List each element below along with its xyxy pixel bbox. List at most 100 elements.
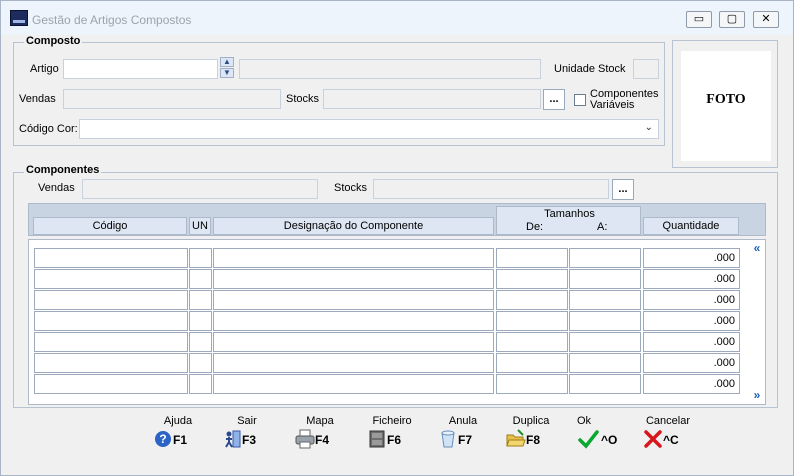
cell-codigo[interactable] [34, 290, 188, 310]
column-codigo[interactable]: Código [33, 217, 187, 235]
maximize-button[interactable]: ▢ [719, 11, 745, 28]
artigo-down-icon[interactable]: ▼ [220, 68, 234, 78]
cell-tamanho-de[interactable] [496, 269, 568, 289]
column-un[interactable]: UN [189, 217, 211, 235]
chevron-down-icon: ⌄ [644, 122, 653, 133]
cell-un[interactable] [189, 353, 212, 373]
artigo-up-icon[interactable]: ▲ [220, 57, 234, 67]
cell-designacao[interactable] [213, 248, 494, 268]
checkmark-icon [578, 430, 599, 449]
cell-tamanho-de[interactable] [496, 374, 568, 394]
svg-text:?: ? [159, 432, 166, 446]
codigo-cor-select[interactable]: ⌄ [79, 119, 659, 139]
ok-button[interactable]: Ok ^O [575, 415, 629, 465]
cell-un[interactable] [189, 332, 212, 352]
scroll-down-icon[interactable]: » [749, 388, 765, 404]
unidade-stock-label: Unidade Stock [554, 63, 626, 75]
title-bar: Gestão de Artigos Compostos ▭ ▢ ✕ [1, 1, 793, 35]
exit-key: F3 [242, 433, 257, 447]
cell-tamanho-de[interactable] [496, 311, 568, 331]
cell-tamanho-a[interactable] [569, 269, 641, 289]
cancel-button[interactable]: Cancelar ^C [641, 415, 695, 465]
file-cabinet-icon [369, 430, 385, 448]
minimize-button[interactable]: ▭ [686, 11, 712, 28]
cell-quantidade[interactable]: .000 [643, 332, 740, 352]
cell-designacao[interactable] [213, 290, 494, 310]
cell-quantidade[interactable]: .000 [643, 248, 740, 268]
help-key: F1 [173, 433, 188, 447]
cell-tamanho-de[interactable] [496, 290, 568, 310]
cell-un[interactable] [189, 269, 212, 289]
componentes-title: Componentes [24, 164, 102, 176]
cell-un[interactable] [189, 290, 212, 310]
foto-placeholder: FOTO [681, 51, 771, 161]
cell-quantidade[interactable]: .000 [643, 311, 740, 331]
cell-designacao[interactable] [213, 374, 494, 394]
cancel-key: ^C [663, 433, 679, 447]
cell-tamanho-de[interactable] [496, 248, 568, 268]
cell-un[interactable] [189, 374, 212, 394]
stocks-field [323, 89, 541, 109]
exit-button[interactable]: Sair F3 [220, 415, 274, 465]
unidade-stock-field [633, 59, 659, 79]
file-key: F6 [387, 433, 402, 447]
cell-tamanho-de[interactable] [496, 353, 568, 373]
cell-designacao[interactable] [213, 269, 494, 289]
componentes-vendas-label: Vendas [38, 182, 75, 194]
cell-designacao[interactable] [213, 311, 494, 331]
column-tamanhos[interactable]: Tamanhos De: A: [496, 206, 641, 235]
ok-label: Ok [577, 415, 592, 427]
tamanhos-label: Tamanhos [544, 208, 595, 220]
cell-un[interactable] [189, 311, 212, 331]
cell-codigo[interactable] [34, 269, 188, 289]
componentes-stocks-field [373, 179, 609, 199]
scroll-up-icon[interactable]: « [749, 241, 765, 257]
cell-codigo[interactable] [34, 311, 188, 331]
componentes-stocks-browse-button[interactable]: ... [612, 179, 634, 200]
cell-codigo[interactable] [34, 353, 188, 373]
cell-un[interactable] [189, 248, 212, 268]
cell-tamanho-a[interactable] [569, 353, 641, 373]
file-button[interactable]: Ficheiro F6 [365, 415, 419, 465]
column-designacao[interactable]: Designação do Componente [213, 217, 494, 235]
cell-designacao[interactable] [213, 353, 494, 373]
artigo-input[interactable] [63, 59, 218, 79]
cell-quantidade[interactable]: .000 [643, 374, 740, 394]
help-label: Ajuda [163, 415, 193, 427]
file-label: Ficheiro [372, 415, 412, 427]
cell-quantidade[interactable]: .000 [643, 290, 740, 310]
stocks-browse-button[interactable]: ... [543, 89, 565, 110]
cell-quantidade[interactable]: .000 [643, 353, 740, 373]
cell-tamanho-a[interactable] [569, 290, 641, 310]
anula-label: Anula [448, 415, 478, 427]
help-icon: ? [155, 431, 171, 447]
tamanhos-a-label: A: [597, 221, 608, 233]
cell-codigo[interactable] [34, 374, 188, 394]
duplicate-button[interactable]: Duplica F8 [504, 415, 558, 465]
cell-tamanho-de[interactable] [496, 332, 568, 352]
exit-label: Sair [237, 415, 257, 427]
map-key: F4 [315, 433, 330, 447]
anula-button[interactable]: Anula F7 [436, 415, 490, 465]
componentes-variaveis-checkbox[interactable] [574, 94, 586, 106]
printer-icon [295, 429, 315, 449]
help-button[interactable]: Ajuda ? F1 [151, 415, 205, 465]
cancel-label: Cancelar [645, 415, 691, 427]
column-quantidade[interactable]: Quantidade [643, 217, 739, 235]
tamanhos-de-label: De: [526, 221, 544, 233]
app-icon [10, 10, 28, 26]
cell-tamanho-a[interactable] [569, 332, 641, 352]
duplicate-label: Duplica [512, 415, 550, 427]
cell-tamanho-a[interactable] [569, 311, 641, 331]
map-button[interactable]: Mapa F4 [293, 415, 347, 465]
cell-codigo[interactable] [34, 332, 188, 352]
cell-designacao[interactable] [213, 332, 494, 352]
cell-tamanho-a[interactable] [569, 374, 641, 394]
cell-quantidade[interactable]: .000 [643, 269, 740, 289]
cell-tamanho-a[interactable] [569, 248, 641, 268]
cell-codigo[interactable] [34, 248, 188, 268]
anula-key: F7 [458, 433, 473, 447]
artigo-description-field [239, 59, 541, 79]
close-button[interactable]: ✕ [753, 11, 779, 28]
grid-scrollbar[interactable]: « » [749, 241, 765, 404]
